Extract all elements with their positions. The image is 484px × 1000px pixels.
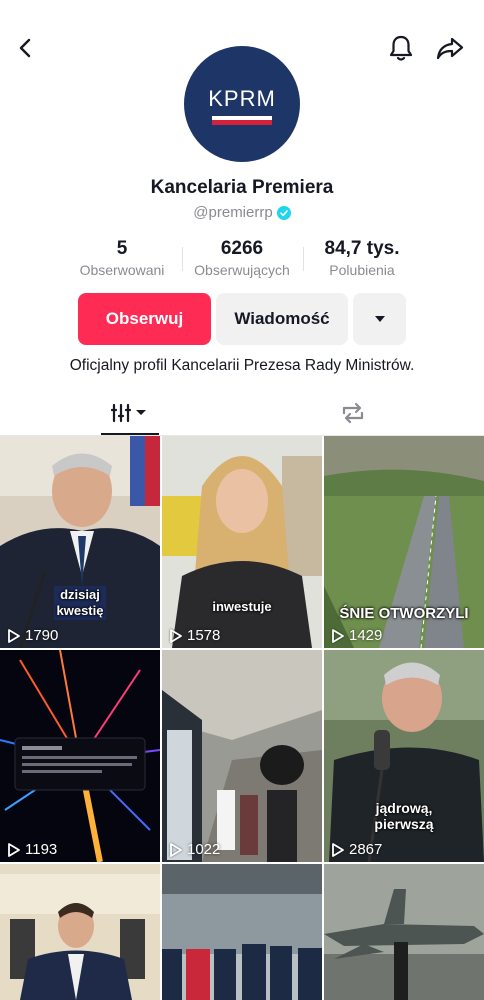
video-thumbnail[interactable] (162, 864, 322, 1000)
display-name: Kancelaria Premiera (150, 177, 334, 198)
profile-actions: Obserwuj Wiadomość (0, 293, 484, 345)
video-thumbnail[interactable]: 1193 (0, 650, 160, 862)
video-thumbnail-image (324, 864, 484, 1000)
play-icon (332, 842, 344, 857)
view-count-number: 1429 (349, 627, 383, 644)
stat-following[interactable]: 5 Obserwowani (70, 237, 174, 279)
tab-reposts[interactable] (242, 390, 464, 435)
video-caption: ŚNIE OTWORZYLI (339, 605, 469, 622)
likes-count: 84,7 tys. (324, 238, 400, 259)
play-icon (8, 842, 20, 857)
active-tab-indicator (101, 433, 159, 435)
stat-divider (182, 247, 183, 271)
video-thumbnail-image (162, 650, 322, 862)
content-tabs (0, 390, 484, 436)
view-count-number: 1578 (187, 627, 221, 644)
play-icon (170, 628, 182, 643)
view-count-number: 1790 (25, 627, 59, 644)
video-thumbnail[interactable]: dzisiaj kwestię 1790 (0, 436, 160, 648)
view-count: 1193 (7, 841, 57, 858)
notifications-button[interactable] (381, 28, 421, 68)
chevron-left-icon (19, 38, 31, 58)
bell-icon (389, 35, 413, 61)
video-thumbnail-image (162, 864, 322, 1000)
share-arrow-icon (436, 37, 464, 60)
view-count: 1578 (169, 627, 220, 644)
video-thumbnail[interactable]: ŚNIE OTWORZYLI 1429 (324, 436, 484, 648)
avatar-logo-text: KPRM (208, 86, 276, 111)
caret-down-icon (374, 316, 385, 322)
repost-icon (342, 402, 364, 423)
video-thumbnail[interactable] (324, 864, 484, 1000)
view-count: 1429 (331, 627, 382, 644)
video-thumbnail[interactable]: inwestuje 1578 (162, 436, 322, 648)
stat-divider (303, 247, 304, 271)
video-thumbnail-image (0, 650, 160, 862)
username-row: @premierrp (0, 204, 484, 221)
view-count: 1790 (7, 627, 58, 644)
video-caption: dzisiaj kwestię (40, 586, 120, 620)
stat-likes[interactable]: 84,7 tys. Polubienia (314, 237, 410, 279)
verified-badge-icon (276, 205, 291, 220)
following-count: 5 (116, 238, 128, 259)
follow-button[interactable]: Obserwuj (78, 293, 211, 345)
flag-icon (212, 116, 272, 126)
video-thumbnail[interactable]: jądrową, pierwszą 2867 (324, 650, 484, 862)
video-thumbnail-image (162, 436, 322, 648)
message-button[interactable]: Wiadomość (216, 293, 348, 345)
view-count: 2867 (331, 841, 382, 858)
view-count: 1022 (169, 841, 220, 858)
following-label: Obserwowani (79, 262, 165, 278)
likes-label: Polubienia (329, 262, 395, 278)
grid-bars-icon (111, 403, 146, 422)
profile-bio: Oficjalny profil Kancelarii Prezesa Rady… (69, 357, 415, 374)
play-icon (8, 628, 20, 643)
view-count-number: 1022 (187, 841, 221, 858)
followers-label: Obserwujących (194, 262, 290, 278)
video-thumbnail[interactable] (0, 864, 160, 1000)
video-thumbnail[interactable]: 1022 (162, 650, 322, 862)
play-icon (170, 842, 182, 857)
video-thumbnail-image (0, 864, 160, 1000)
followers-count: 6266 (220, 238, 264, 259)
avatar[interactable]: KPRM (184, 46, 300, 162)
profile-stats: 5 Obserwowani 6266 Obserwujących 84,7 ty… (0, 237, 484, 281)
username: @premierrp (193, 204, 273, 221)
video-caption: jądrową, pierwszą (374, 800, 434, 832)
video-grid: dzisiaj kwestię 1790 inwestuje 1578 ŚNIE… (0, 436, 484, 1000)
share-button[interactable] (430, 28, 470, 68)
tab-videos[interactable] (0, 390, 262, 435)
view-count-number: 1193 (25, 841, 58, 858)
stat-followers[interactable]: 6266 Obserwujących (186, 237, 298, 279)
more-options-button[interactable] (353, 293, 406, 345)
view-count-number: 2867 (349, 841, 383, 858)
video-caption: inwestuje (212, 599, 272, 614)
back-button[interactable] (6, 28, 46, 68)
play-icon (332, 628, 344, 643)
